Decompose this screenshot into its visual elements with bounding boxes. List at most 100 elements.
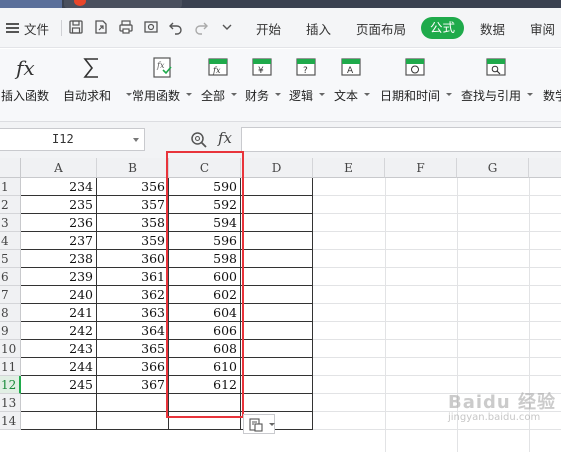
cell[interactable]: 243 [21, 340, 97, 358]
cell[interactable] [241, 250, 313, 268]
cell[interactable]: 236 [21, 214, 97, 232]
common-functions-button[interactable]: fx 常用函数 [132, 55, 192, 103]
cell[interactable]: 242 [21, 322, 97, 340]
print-icon[interactable] [118, 19, 134, 35]
cell[interactable]: 245 [21, 376, 97, 394]
cell[interactable] [241, 322, 313, 340]
financial-button[interactable]: ¥ 财务 [245, 55, 281, 103]
row-header[interactable]: 9 [0, 322, 21, 340]
cell[interactable] [241, 286, 313, 304]
formula-input[interactable] [241, 127, 561, 152]
print-preview-icon[interactable] [143, 19, 159, 35]
cell[interactable] [241, 178, 313, 196]
text-functions-button[interactable]: A 文本 [334, 55, 370, 103]
row-header[interactable]: 4 [0, 232, 21, 250]
export-pdf-icon[interactable] [93, 19, 109, 35]
tab-insert[interactable]: 插入 [306, 19, 331, 38]
cell[interactable]: 241 [21, 304, 97, 322]
cell[interactable]: 358 [97, 214, 169, 232]
tab-formulas[interactable]: 公式 [421, 17, 464, 39]
row-header[interactable]: 2 [0, 196, 21, 214]
autosum-button[interactable]: 自动求和 [62, 55, 132, 103]
cell[interactable] [241, 304, 313, 322]
all-functions-button[interactable]: fx 全部 [201, 55, 237, 103]
column-header-d[interactable]: D [241, 158, 313, 178]
row-header[interactable]: 10 [0, 340, 21, 358]
cell[interactable]: 240 [21, 286, 97, 304]
select-all-corner[interactable] [0, 158, 21, 178]
cell[interactable] [97, 412, 169, 430]
cell[interactable]: 356 [97, 178, 169, 196]
cell[interactable]: 364 [97, 322, 169, 340]
row-header[interactable]: 8 [0, 304, 21, 322]
all-functions-label: 全部 [201, 89, 226, 103]
cell[interactable]: 234 [21, 178, 97, 196]
home-tab[interactable] [0, 0, 62, 8]
chevron-down-icon[interactable] [133, 138, 139, 142]
document-tab[interactable] [64, 0, 182, 8]
cell[interactable] [97, 394, 169, 412]
cell[interactable] [21, 412, 97, 430]
cell[interactable] [241, 376, 313, 394]
row-header[interactable]: 11 [0, 358, 21, 376]
formulas-ribbon: fx 插入函数 自动求和 fx 常用函数 fx 全部 ¥ 财务 ? 逻辑 A 文… [0, 49, 561, 122]
column-header-f[interactable]: F [385, 158, 457, 178]
tab-home[interactable]: 开始 [256, 19, 281, 38]
row-header[interactable]: 12 [0, 376, 21, 394]
fx-icon[interactable]: fx [218, 129, 232, 147]
column-header-b[interactable]: B [97, 158, 169, 178]
cell[interactable]: 363 [97, 304, 169, 322]
save-icon[interactable] [68, 19, 84, 35]
cell[interactable]: 366 [97, 358, 169, 376]
column-header-h[interactable] [529, 158, 561, 178]
cell[interactable]: 238 [21, 250, 97, 268]
cell[interactable]: 244 [21, 358, 97, 376]
cell[interactable]: 359 [97, 232, 169, 250]
cell[interactable] [241, 268, 313, 286]
cell[interactable]: 237 [21, 232, 97, 250]
cell[interactable] [241, 232, 313, 250]
row-header[interactable]: 3 [0, 214, 21, 232]
file-menu[interactable]: 文件 [24, 19, 49, 38]
cell[interactable]: 357 [97, 196, 169, 214]
insert-function-button[interactable]: fx 插入函数 [0, 55, 52, 103]
row-header[interactable]: 14 [0, 412, 21, 430]
lookup-reference-button[interactable]: 查找与引用 [461, 55, 533, 103]
date-time-button[interactable]: 日期和时间 [380, 55, 452, 103]
cell[interactable] [241, 214, 313, 232]
cell[interactable] [21, 394, 97, 412]
cell[interactable]: 235 [21, 196, 97, 214]
paste-options-button[interactable] [243, 414, 275, 434]
column-header-g[interactable]: G [457, 158, 529, 178]
row-header[interactable]: 6 [0, 268, 21, 286]
row-header[interactable]: 13 [0, 394, 21, 412]
date-time-label: 日期和时间 [380, 89, 441, 103]
customize-toolbar-icon[interactable] [219, 19, 235, 35]
zoom-icon[interactable] [190, 131, 208, 149]
cell[interactable] [241, 196, 313, 214]
cell[interactable]: 362 [97, 286, 169, 304]
tab-page-layout[interactable]: 页面布局 [356, 19, 406, 38]
undo-icon[interactable] [168, 19, 184, 35]
redo-icon[interactable] [193, 19, 209, 35]
cell[interactable]: 361 [97, 268, 169, 286]
gridline [313, 303, 561, 304]
name-box[interactable]: I12 [0, 128, 145, 151]
tab-data[interactable]: 数据 [480, 19, 505, 38]
cell[interactable]: 360 [97, 250, 169, 268]
cell[interactable] [241, 340, 313, 358]
cell[interactable]: 367 [97, 376, 169, 394]
menu-icon[interactable] [6, 23, 19, 33]
row-header[interactable]: 1 [0, 178, 21, 196]
row-header[interactable]: 5 [0, 250, 21, 268]
column-header-e[interactable]: E [313, 158, 385, 178]
tab-review[interactable]: 审阅 [530, 19, 555, 38]
cell[interactable] [241, 394, 313, 412]
cell[interactable]: 239 [21, 268, 97, 286]
column-header-a[interactable]: A [21, 158, 97, 178]
gridline [313, 285, 561, 286]
row-header[interactable]: 7 [0, 286, 21, 304]
cell[interactable]: 365 [97, 340, 169, 358]
cell[interactable] [241, 358, 313, 376]
logical-button[interactable]: ? 逻辑 [289, 55, 325, 103]
